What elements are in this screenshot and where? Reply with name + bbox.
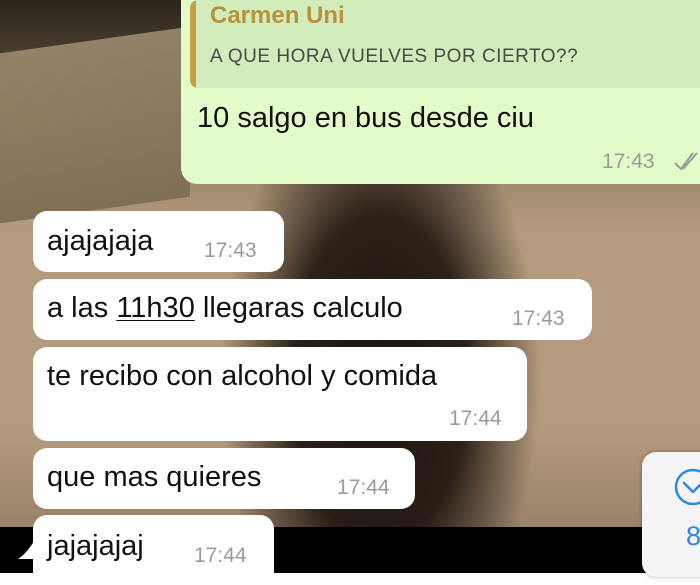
message-text-part: a las <box>47 292 117 324</box>
message-text: ajajajaja <box>47 225 154 257</box>
unread-count: 8 <box>686 521 700 551</box>
quote-author: Carmen Uni <box>210 2 345 29</box>
incoming-message-bubble[interactable]: ajajajaja 17:43 <box>33 211 284 272</box>
message-text: a las 11h30 llegaras calculo <box>47 292 403 325</box>
message-time: 17:43 <box>204 239 257 262</box>
outgoing-message-time: 17:43 <box>602 150 655 173</box>
quote-text: A QUE HORA VUELVES POR CIERTO?? <box>210 46 579 67</box>
quote-accent-bar <box>190 0 196 88</box>
message-time: 17:43 <box>512 307 565 330</box>
message-text: te recibo con alcohol y comida <box>47 360 438 392</box>
message-time: 17:44 <box>337 476 390 499</box>
incoming-message-bubble[interactable]: que mas quieres 17:44 <box>33 448 415 509</box>
message-time: 17:44 <box>194 544 247 567</box>
outgoing-message-text: 10 salgo en bus desde ciu <box>197 102 534 134</box>
scroll-to-bottom-button[interactable]: 8 <box>642 452 700 577</box>
time-link[interactable]: 11h30 <box>116 292 195 324</box>
chevron-down-circle-icon <box>674 468 700 506</box>
incoming-message-bubble[interactable]: a las 11h30 llegaras calculo 17:43 <box>33 279 592 340</box>
message-text: que mas quieres <box>47 461 262 493</box>
quoted-message[interactable]: Carmen Uni A QUE HORA VUELVES POR CIERTO… <box>190 0 700 88</box>
incoming-message-bubble[interactable]: te recibo con alcohol y comida 17:44 <box>33 347 527 441</box>
double-check-read-icon <box>674 152 698 171</box>
message-time: 17:44 <box>449 407 502 430</box>
message-text: jajajajaj <box>47 530 144 562</box>
background-wall <box>0 26 190 224</box>
message-text-part: llegaras calculo <box>194 292 403 324</box>
incoming-message-bubble[interactable]: jajajajaj 17:44 <box>33 515 274 585</box>
